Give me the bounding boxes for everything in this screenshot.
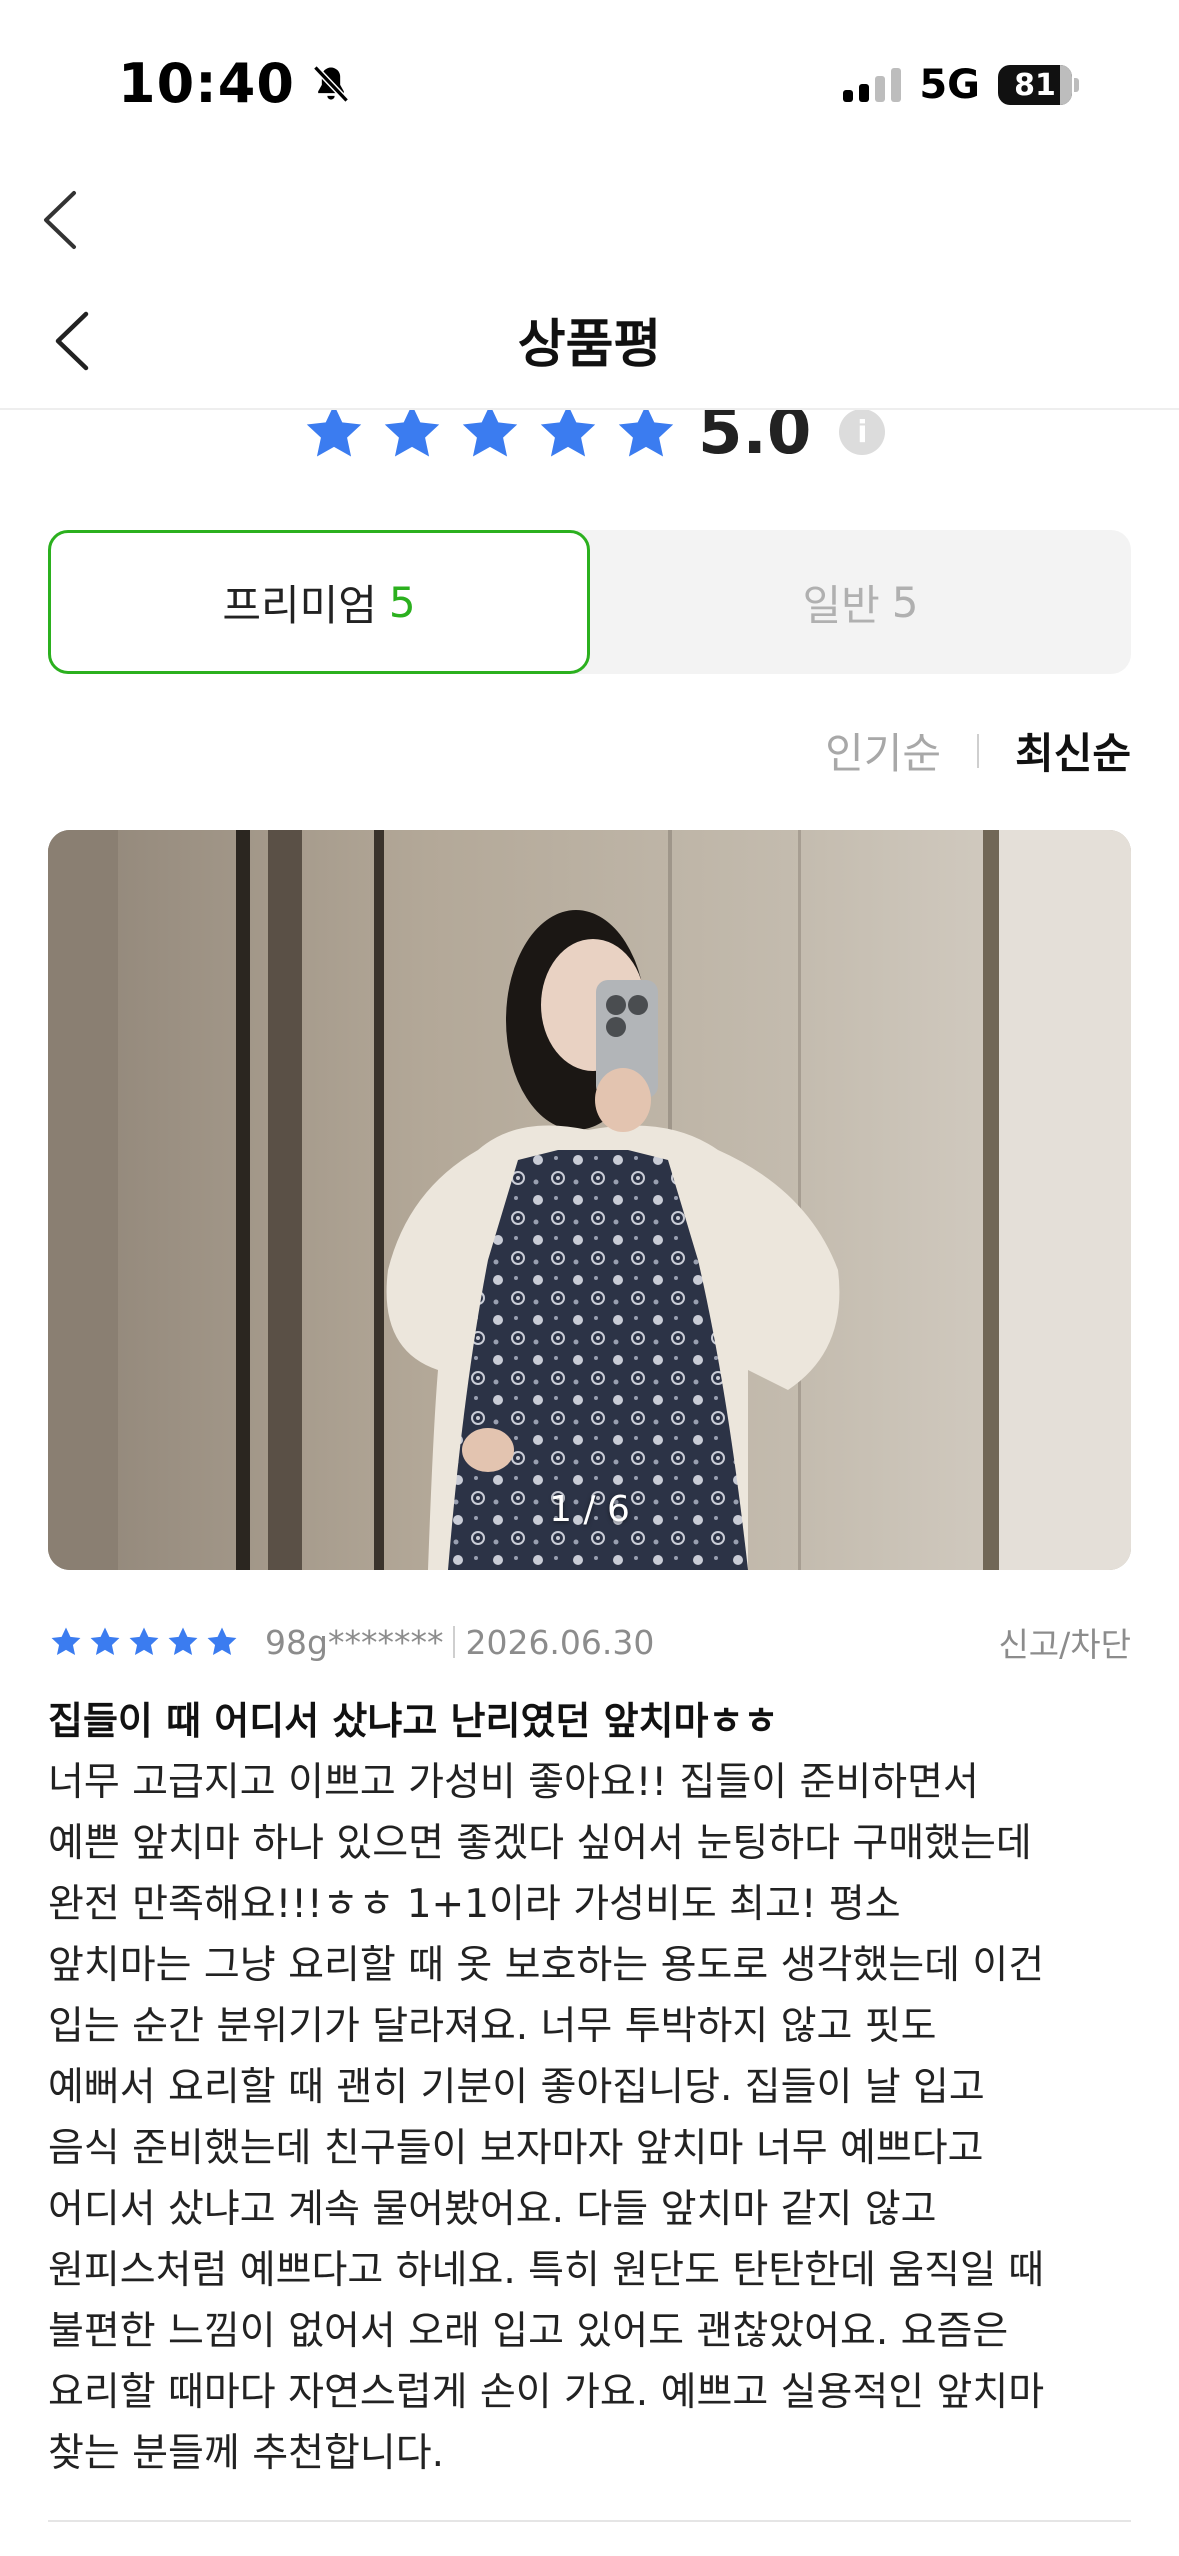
- review-photo-image: [48, 830, 1131, 1570]
- info-icon[interactable]: i: [839, 409, 886, 455]
- status-time: 10:40: [118, 52, 295, 115]
- bell-off-icon: [313, 64, 349, 103]
- star-icon: [90, 1627, 120, 1656]
- star-icon: [51, 1627, 81, 1656]
- sort-popular-button[interactable]: 인기순: [825, 720, 941, 781]
- status-bar: 10:40 5G 81: [0, 0, 1179, 170]
- network-type: 5G: [919, 62, 980, 108]
- star-icon: [129, 1627, 159, 1656]
- battery-icon: 81: [998, 65, 1079, 105]
- back-icon[interactable]: [36, 185, 86, 255]
- sort-options: 인기순 최신순: [825, 720, 1131, 781]
- tab-general[interactable]: 일반 5: [590, 530, 1131, 674]
- star-icon: [168, 1627, 198, 1656]
- review-stars: [48, 1625, 243, 1659]
- reviewer-name: 98g*******: [265, 1622, 444, 1662]
- report-block-button[interactable]: 신고/차단: [998, 1618, 1131, 1666]
- sort-divider: [977, 733, 980, 768]
- tab-premium-label: 프리미엄: [222, 580, 377, 630]
- signal-icon: [843, 68, 902, 102]
- tab-general-label: 일반: [802, 580, 880, 630]
- review-photo[interactable]: 1 / 6: [48, 830, 1131, 1570]
- meta-divider: [453, 1626, 456, 1658]
- review-date: 2026.06.30: [465, 1622, 655, 1662]
- review-meta: 98g******* 2026.06.30 신고/차단: [48, 1614, 1131, 1670]
- photo-counter: 1 / 6: [549, 1489, 630, 1530]
- page-title: 상품평: [517, 315, 662, 375]
- star-icon: [207, 1627, 237, 1656]
- tab-premium[interactable]: 프리미엄 5: [48, 530, 590, 674]
- tab-premium-count: 5: [388, 577, 416, 627]
- review-body: 너무 고급지고 이쁘고 가성비 좋아요!! 집들이 준비하면서 예쁜 앞치마 하…: [48, 1760, 1045, 2476]
- sort-latest-button[interactable]: 최신순: [1015, 720, 1131, 781]
- review-type-tabs: 일반 5 프리미엄 5: [48, 530, 1131, 674]
- review-title: 집들이 때 어디서 샀냐고 난리였던 앞치마ㅎㅎ: [48, 1699, 779, 1743]
- review-divider: [48, 2520, 1131, 2522]
- page-header: 상품평: [0, 278, 1179, 410]
- tab-general-count: 5: [891, 577, 919, 627]
- battery-level: 81: [1014, 67, 1056, 103]
